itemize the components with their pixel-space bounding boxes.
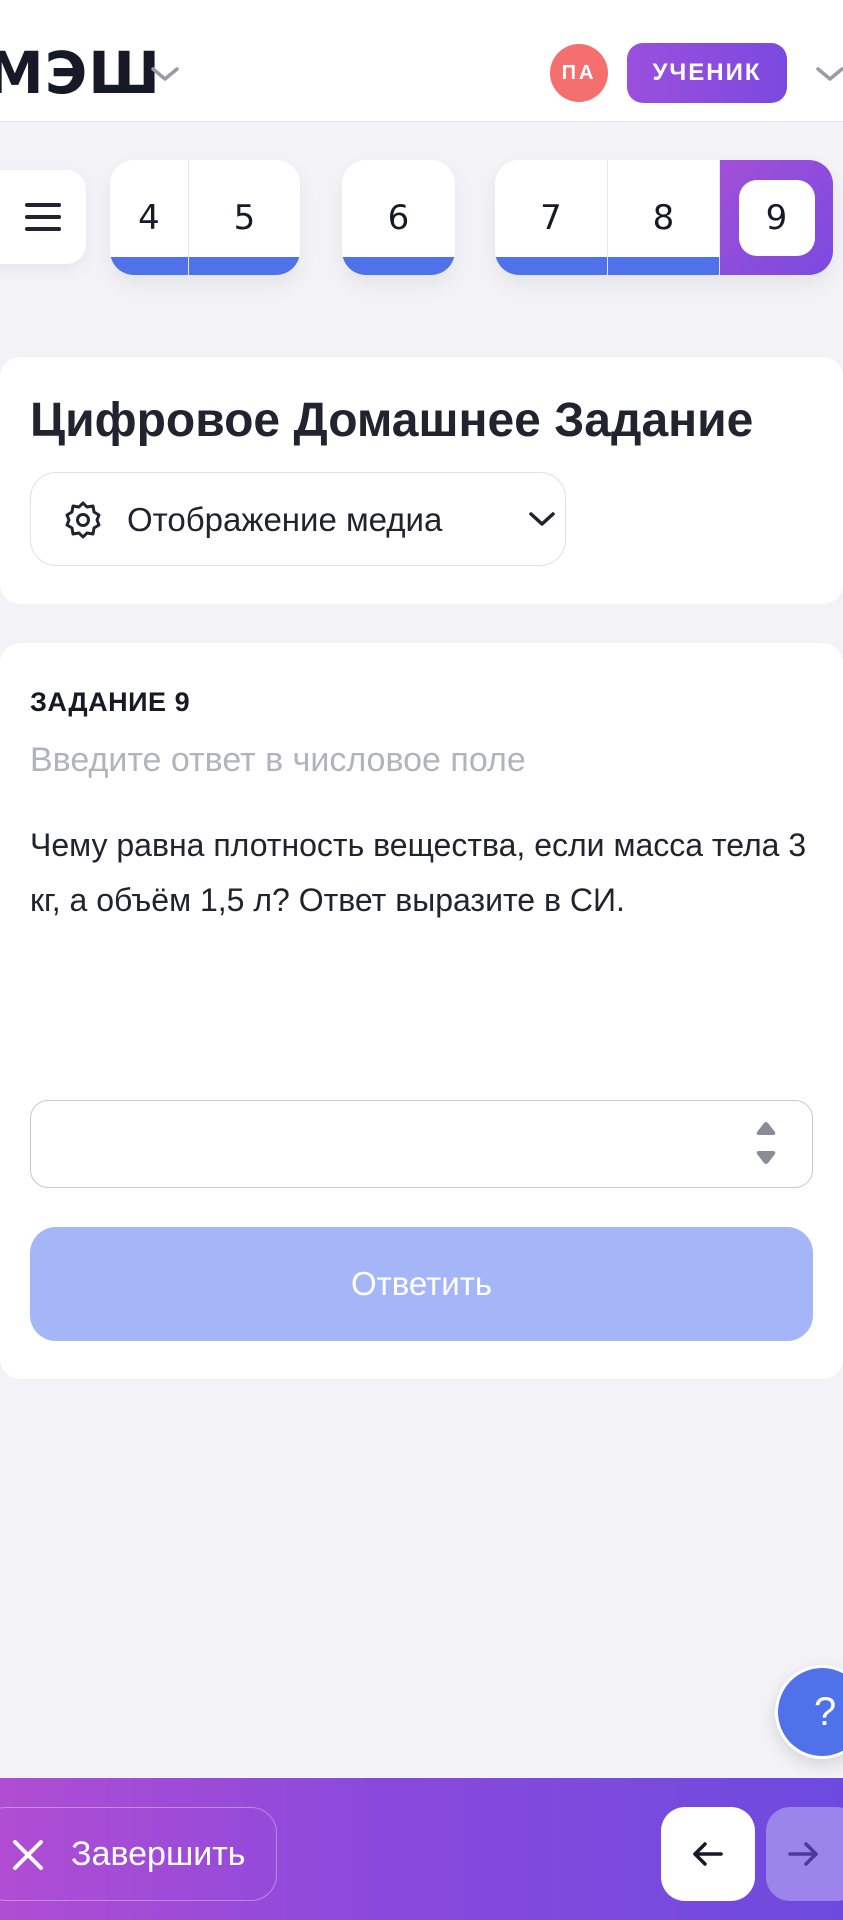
task-tab-label: 5 bbox=[233, 197, 256, 238]
mesh-logo[interactable]: МЭШ bbox=[0, 38, 161, 108]
task-group: 7 8 9 bbox=[495, 160, 833, 275]
task-tab-label: 8 bbox=[652, 197, 675, 238]
task-group: 4 5 bbox=[110, 160, 300, 275]
task-tab-label: 6 bbox=[387, 197, 410, 238]
task-number: ЗАДАНИЕ 9 bbox=[30, 687, 191, 717]
close-icon bbox=[13, 1840, 43, 1870]
menu-button[interactable] bbox=[0, 170, 86, 264]
answered-indicator bbox=[608, 257, 719, 275]
arrow-left-icon bbox=[693, 1842, 723, 1866]
submit-answer-button[interactable]: Ответить bbox=[30, 1227, 813, 1341]
task-tab-8[interactable]: 8 bbox=[607, 160, 719, 275]
answered-indicator bbox=[342, 257, 455, 275]
help-button[interactable]: ? bbox=[775, 1665, 843, 1759]
task-tab-5[interactable]: 5 bbox=[188, 160, 300, 275]
finish-button[interactable]: Завершить bbox=[0, 1807, 277, 1901]
media-display-dropdown[interactable]: Отображение медиа bbox=[30, 472, 566, 566]
chevron-down-icon[interactable] bbox=[815, 64, 843, 84]
task-hint: Введите ответ в числовое поле bbox=[30, 741, 526, 779]
number-stepper-icon[interactable] bbox=[755, 1118, 777, 1168]
answer-number-input[interactable] bbox=[30, 1100, 813, 1188]
next-task-button[interactable] bbox=[766, 1807, 843, 1901]
finish-label: Завершить bbox=[71, 1835, 246, 1873]
chevron-down-icon bbox=[529, 512, 555, 526]
answered-indicator bbox=[110, 257, 188, 275]
hamburger-menu-icon bbox=[25, 199, 61, 235]
chevron-down-icon[interactable] bbox=[150, 64, 180, 84]
previous-task-button[interactable] bbox=[661, 1807, 755, 1901]
answered-indicator bbox=[189, 257, 300, 275]
task-tab-4[interactable]: 4 bbox=[110, 160, 188, 275]
app-header: МЭШ ПА УЧЕНИК bbox=[0, 0, 843, 122]
user-avatar[interactable]: ПА bbox=[550, 44, 608, 102]
role-badge[interactable]: УЧЕНИК bbox=[627, 43, 787, 103]
gear-icon bbox=[65, 501, 101, 539]
task-tab-label: 9 bbox=[738, 179, 815, 256]
page-title: Цифровое Домашнее Задание bbox=[30, 394, 754, 447]
task-tab-9-active[interactable]: 9 bbox=[719, 160, 833, 275]
arrow-right-icon bbox=[788, 1842, 818, 1866]
task-tab-6[interactable]: 6 bbox=[342, 160, 455, 275]
task-tab-7[interactable]: 7 bbox=[495, 160, 607, 275]
task-question: Чему равна плотность вещества, если масс… bbox=[30, 827, 807, 918]
task-group: 6 bbox=[342, 160, 455, 275]
task-tab-label: 7 bbox=[540, 197, 562, 238]
answered-indicator bbox=[495, 257, 607, 275]
media-display-label: Отображение медиа bbox=[127, 501, 443, 538]
task-tab-label: 4 bbox=[138, 197, 160, 238]
